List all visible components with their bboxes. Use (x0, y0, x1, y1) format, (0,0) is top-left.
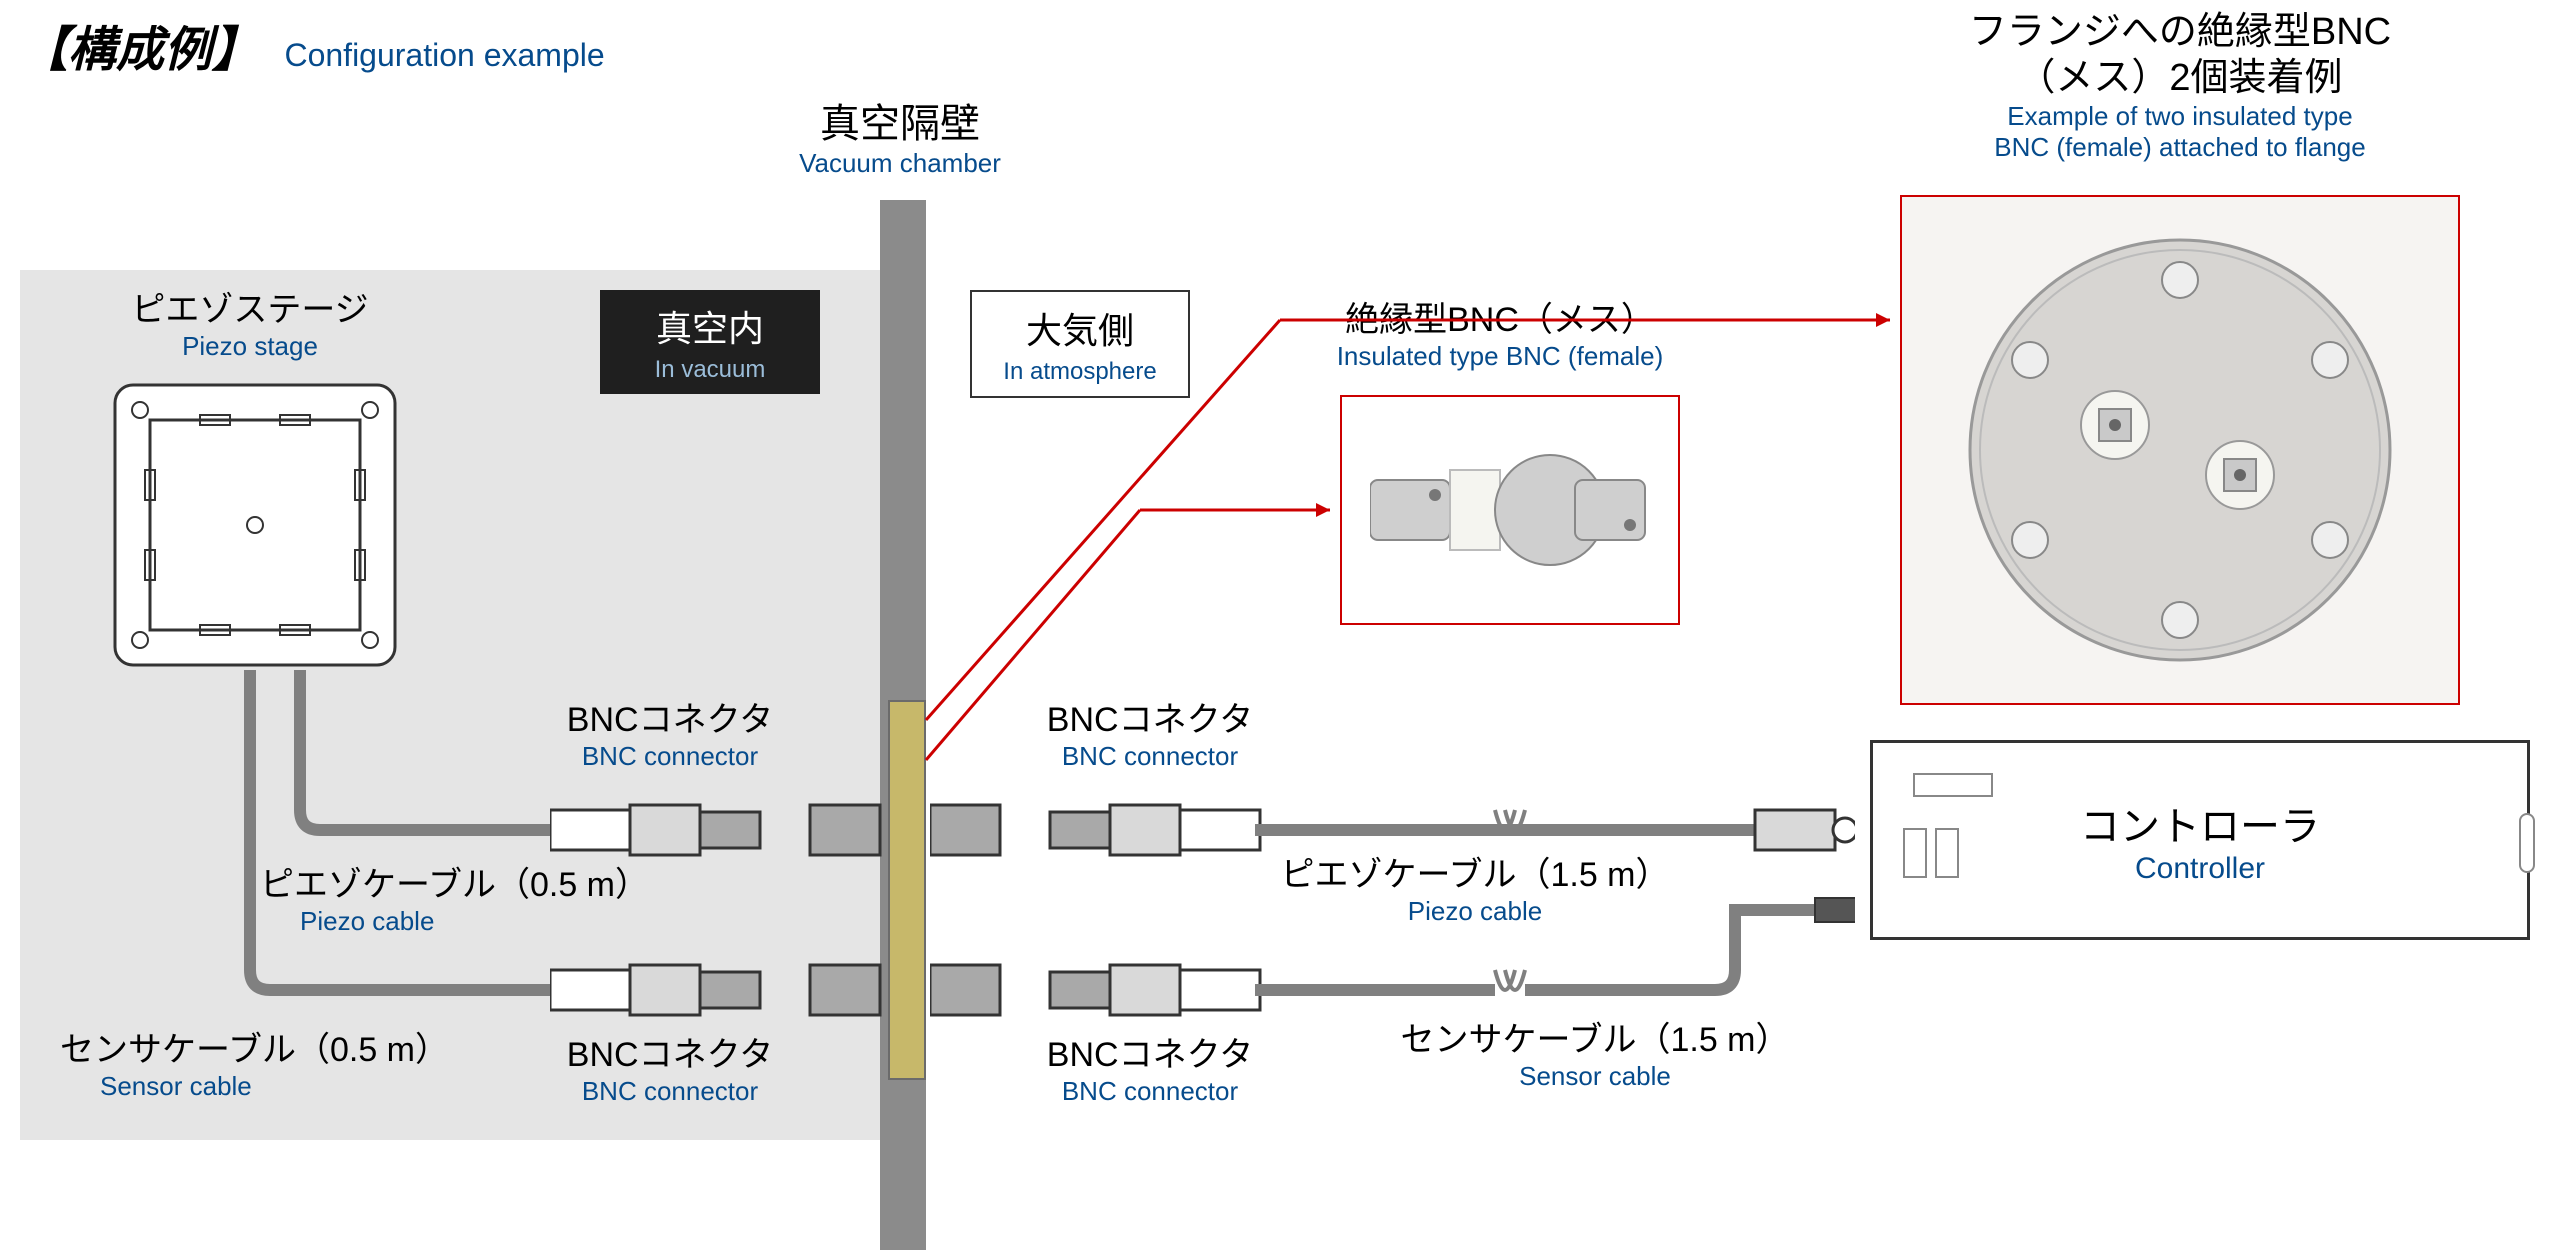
sensor-cable-vac-en: Sensor cable (100, 1071, 490, 1102)
bnc-female-icon (1370, 440, 1650, 580)
bnc-lr-jp: BNCコネクタ (1000, 1035, 1300, 1076)
piezo-cable-vac-label: ピエゾケーブル（0.5 m） Piezo cable (260, 865, 690, 937)
vacuum-wall-en: Vacuum chamber (700, 148, 1100, 179)
sensor-cable-vac-label: センサケーブル（0.5 m） Sensor cable (60, 1030, 490, 1102)
bnc-lr-en: BNC connector (1000, 1076, 1300, 1107)
in-vacuum-badge: 真空内 In vacuum (600, 290, 820, 394)
title-jp: 【構成例】 (20, 24, 260, 77)
bnc-ll-jp: BNCコネクタ (520, 1035, 820, 1076)
bnc-connector-lower-left-icon (550, 950, 890, 1030)
in-atmosphere-jp: 大気側 (1026, 310, 1134, 351)
piezo-stage-label: ピエゾステージ Piezo stage (80, 290, 420, 362)
piezo-cable-atm-en: Piezo cable (1250, 896, 1700, 927)
in-vacuum-jp: 真空内 (656, 308, 764, 349)
vacuum-wall-label: 真空隔壁 Vacuum chamber (700, 100, 1100, 179)
bnc-ur-en: BNC connector (1000, 741, 1300, 772)
title: 【構成例】 Configuration example (20, 10, 605, 80)
piezo-cable-vac-jp: ピエゾケーブル（0.5 m） (260, 865, 690, 906)
flange-icon (1940, 220, 2420, 680)
title-en: Configuration example (284, 37, 604, 73)
bnc-label-upper-right: BNCコネクタ BNC connector (1000, 700, 1300, 772)
bnc-label-upper-left: BNCコネクタ BNC connector (520, 700, 820, 772)
flange-bnc-label: フランジへの絶縁型BNC （メス）2個装着例 Example of two in… (1870, 10, 2490, 164)
bnc-connector-lower-right-icon (930, 950, 1270, 1030)
insulated-bnc-jp: 絶縁型BNC（メス） (1260, 300, 1740, 341)
piezo-stage-jp: ピエゾステージ (80, 290, 420, 331)
flange-bnc-jp1: フランジへの絶縁型BNC (1870, 10, 2490, 56)
insulated-bnc-photo (1340, 395, 1680, 625)
insulated-bnc-en: Insulated type BNC (female) (1260, 341, 1740, 372)
controller-jp: コントローラ (1873, 803, 2527, 851)
piezo-cable-atm-label: ピエゾケーブル（1.5 m） Piezo cable (1250, 855, 1700, 927)
sensor-cable-atm-en: Sensor cable (1370, 1061, 1820, 1092)
controller-en: Controller (1873, 851, 2527, 887)
bnc-label-lower-right: BNCコネクタ BNC connector (1000, 1035, 1300, 1107)
controller-box: コントローラ Controller (1870, 740, 2530, 940)
in-atmosphere-en: In atmosphere (990, 358, 1170, 386)
piezo-cable-atm-jp: ピエゾケーブル（1.5 m） (1250, 855, 1700, 896)
flange-plate (888, 700, 926, 1080)
bnc-connector-upper-right-icon (930, 790, 1270, 870)
piezo-stage-en: Piezo stage (80, 331, 420, 362)
piezo-stage-icon (110, 380, 400, 670)
bnc-ur-jp: BNCコネクタ (1000, 700, 1300, 741)
bnc-connector-upper-left-icon (550, 790, 890, 870)
bnc-label-lower-left: BNCコネクタ BNC connector (520, 1035, 820, 1107)
piezo-cable-vac-en: Piezo cable (300, 906, 690, 937)
flange-bnc-jp2: （メス）2個装着例 (1870, 56, 2490, 102)
insulated-bnc-label: 絶縁型BNC（メス） Insulated type BNC (female) (1260, 300, 1740, 372)
bnc-ll-en: BNC connector (520, 1076, 820, 1107)
flange-bnc-en2: BNC (female) attached to flange (1870, 132, 2490, 163)
bnc-ul-jp: BNCコネクタ (520, 700, 820, 741)
in-vacuum-en: In vacuum (618, 356, 802, 384)
sensor-cable-vac-jp: センサケーブル（0.5 m） (60, 1030, 490, 1071)
in-atmosphere-badge: 大気側 In atmosphere (970, 290, 1190, 398)
bnc-ul-en: BNC connector (520, 741, 820, 772)
flange-bnc-en1: Example of two insulated type (1870, 101, 2490, 132)
vacuum-wall-jp: 真空隔壁 (700, 100, 1100, 148)
sensor-cable-atm-label: センサケーブル（1.5 m） Sensor cable (1370, 1020, 1820, 1092)
flange-bnc-photo (1900, 195, 2460, 705)
sensor-cable-atm-jp: センサケーブル（1.5 m） (1370, 1020, 1820, 1061)
